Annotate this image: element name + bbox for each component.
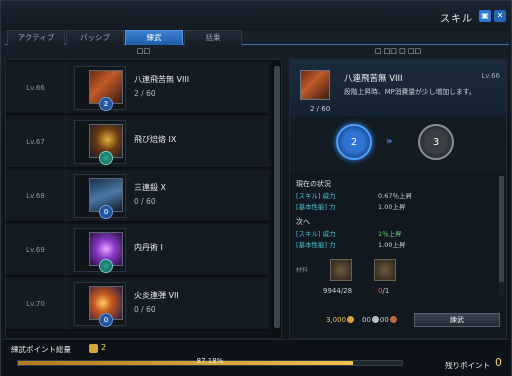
skill-row-1[interactable]: Lv.66 2 八連飛苦無 VIII 2 / 60 (6, 62, 270, 114)
gold-cost: 3,000 (326, 316, 355, 324)
skill-progress: 0 / 60 (134, 305, 156, 314)
current-level-orb: 2 (336, 124, 372, 160)
kunai-skill-icon (300, 70, 330, 100)
lock-icon[interactable]: ▣ (479, 10, 491, 22)
effect-value: 0.67％上昇 (378, 192, 412, 200)
remaining-points-label: 残りポイント (445, 361, 490, 370)
points-total-label: 練武ポイント総量 (11, 345, 71, 354)
effect-tag: [基本性能] 力 (296, 241, 336, 249)
next-status-title: 次へ (296, 218, 310, 226)
detail-description: 段階上昇時、MP消費量が少し増加します。 (344, 88, 476, 96)
level-badge: 2 (99, 97, 113, 111)
skill-progress: 2 / 60 (134, 89, 156, 98)
scroll-thumb[interactable] (274, 66, 280, 328)
silver-copper-cost: 00 00 (362, 316, 398, 324)
list-header: □□ (136, 47, 151, 55)
effect-value: 1.00上昇 (378, 241, 406, 249)
footer: 練武ポイント総量 2 87.18% 残りポイント 0 (1, 339, 511, 376)
silver-coin-icon (371, 316, 379, 323)
tab-training[interactable]: 練武 (125, 30, 183, 45)
remaining-points-value: 0 (495, 356, 502, 369)
list-scrollbar[interactable] (272, 60, 281, 338)
train-button[interactable]: 練武 (414, 313, 500, 327)
next-level-orb: 3 (418, 124, 454, 160)
effect-value: 1.00上昇 (378, 203, 406, 211)
gem-badge-icon (99, 259, 113, 273)
skill-level: Lv.66 (6, 62, 66, 114)
current-status-title: 現在の状況 (296, 180, 331, 188)
skill-icon-frame: 0 (74, 174, 126, 219)
points-total-value: 2 (101, 343, 107, 352)
gem-badge-icon (99, 151, 113, 165)
skill-name: 内丹術 I (134, 243, 163, 252)
point-icon (89, 344, 98, 353)
material-count: 0/1 (378, 287, 390, 295)
double-arrow-icon: » (386, 136, 393, 147)
skill-name: 八連飛苦無 VIII (134, 75, 190, 84)
skill-name: 三連殺 X (134, 183, 167, 192)
copper-coin-icon (389, 316, 397, 323)
materials-label: 材料 (296, 267, 309, 274)
effect-tag: [スキル] 威力 (296, 230, 336, 238)
detail-summary: 八連飛苦無 VIII Lv.66 段階上昇時、MP消費量が少し増加します。 2 … (290, 60, 506, 116)
token-material-icon[interactable] (374, 259, 396, 281)
skill-level: Lv.67 (6, 116, 66, 168)
skill-row-4[interactable]: Lv.69 内丹術 I (6, 224, 270, 276)
skill-icon-frame: 0 (74, 282, 126, 327)
skill-name: 火炎連弾 VII (134, 291, 179, 300)
skill-progress: 0 / 60 (134, 197, 156, 206)
skill-icon-frame (74, 228, 126, 273)
progress-percent: 87.18% (196, 357, 224, 365)
skill-level: Lv.69 (6, 224, 66, 276)
skill-window: スキル ▣ ✕ アクティブ パッシブ 練武 括乗 □□ □ □□ □ □□ Lv… (0, 0, 512, 376)
skill-list: Lv.66 2 八連飛苦無 VIII 2 / 60 Lv.67 飛び焙烙 IX … (5, 59, 282, 339)
tab-extra[interactable]: 括乗 (184, 30, 242, 45)
effects-section: 現在の状況 [スキル] 威力 0.67％上昇 [基本性能] 力 1.00上昇 次… (290, 175, 498, 305)
gold-coin-icon (347, 316, 355, 323)
skill-row-5[interactable]: Lv.70 0 火炎連弾 VII 0 / 60 (6, 278, 270, 330)
material-count: 9944/28 (323, 287, 353, 295)
tab-passive[interactable]: パッシブ (66, 30, 124, 45)
skill-row-2[interactable]: Lv.67 飛び焙烙 IX (6, 116, 270, 168)
detail-progress: 2 / 60 (310, 105, 331, 113)
skill-icon-frame (74, 120, 126, 165)
cost-bar: 3,000 00 00 練武 (290, 310, 506, 330)
close-icon[interactable]: ✕ (494, 10, 506, 22)
skill-name: 飛び焙烙 IX (134, 135, 177, 144)
effect-tag: [スキル] 威力 (296, 192, 336, 200)
window-title: スキル (440, 14, 473, 25)
skill-level: Lv.70 (6, 278, 66, 330)
book-material-icon[interactable] (330, 259, 352, 281)
tab-active[interactable]: アクティブ (7, 30, 65, 45)
skill-level: Lv.68 (6, 170, 66, 222)
detail-skill-name: 八連飛苦無 VIII (344, 74, 403, 84)
effect-tag: [基本性能] 力 (296, 203, 336, 211)
level-badge: 0 (99, 313, 113, 327)
skill-detail: 八連飛苦無 VIII Lv.66 段階上昇時、MP消費量が少し増加します。 2 … (289, 59, 507, 339)
detail-scrollbar[interactable] (499, 176, 504, 296)
level-badge: 0 (99, 205, 113, 219)
level-transition: 2 » 3 (290, 116, 506, 172)
tab-bar: アクティブ パッシブ 練武 括乗 (5, 30, 509, 45)
skill-icon-frame: 2 (74, 66, 126, 111)
scroll-thumb[interactable] (499, 176, 504, 282)
detail-header: □ □□ □ □□ (374, 47, 422, 55)
effect-value: 1％上昇 (378, 230, 402, 238)
title-bar[interactable]: スキル ▣ ✕ (1, 1, 511, 31)
detail-skill-level: Lv.66 (481, 72, 500, 80)
skill-row-3[interactable]: Lv.68 0 三連殺 X 0 / 60 (6, 170, 270, 222)
